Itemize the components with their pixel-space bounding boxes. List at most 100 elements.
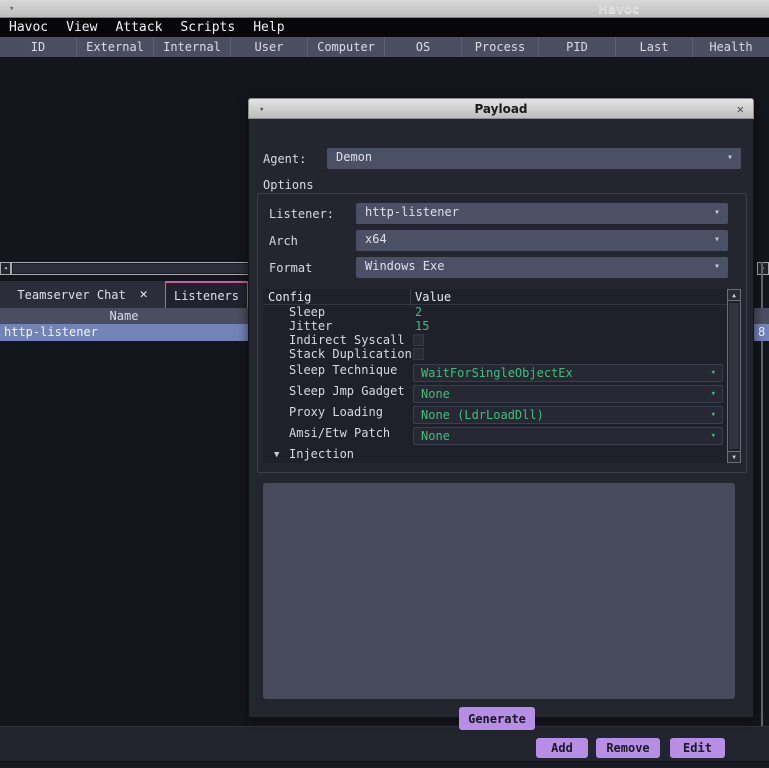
menu-bar: Havoc View Attack Scripts Help (0, 18, 769, 37)
format-combobox[interactable]: Windows Exe ▾ (356, 257, 728, 278)
menu-item-scripts[interactable]: Scripts (171, 18, 244, 37)
scroll-right-icon[interactable]: ▸ (757, 262, 769, 275)
sessions-column-health[interactable]: Health (692, 37, 769, 57)
havoc-main-window: ▾ Havoc Havoc View Attack Scripts Help ID Ext… (0, 0, 769, 768)
sessions-column-id[interactable]: ID (0, 37, 76, 57)
config-row-proxy-loading: Proxy Loading None (LdrLoadDll) ▾ (263, 405, 727, 426)
output-console[interactable] (263, 483, 735, 699)
config-row-injection: ▼ Injection (263, 447, 727, 463)
sessions-column-pid[interactable]: PID (538, 37, 615, 57)
arch-combobox[interactable]: x64 ▾ (356, 230, 728, 251)
config-value[interactable]: 2 (415, 305, 422, 319)
sessions-column-user[interactable]: User (230, 37, 307, 57)
config-dropdown[interactable]: None (LdrLoadDll) ▾ (413, 406, 723, 424)
chevron-down-icon: ▾ (710, 389, 716, 399)
sessions-column-os[interactable]: OS (384, 37, 461, 57)
tab-listeners-label: Listeners (173, 288, 240, 303)
config-row-label: Sleep Technique (289, 363, 398, 377)
chevron-down-icon: ▾ (713, 261, 720, 272)
expand-arrow-icon[interactable]: ▼ (274, 450, 279, 460)
agent-combobox-value: Demon (336, 150, 373, 164)
config-dropdown-value: WaitForSingleObjectEx (421, 366, 573, 380)
config-value[interactable]: 15 (415, 319, 429, 333)
listeners-header-fragment (753, 308, 769, 324)
arch-label: Arch (269, 234, 298, 248)
config-table-scrollbar[interactable]: ▲ ▼ (727, 289, 741, 463)
sessions-column-computer[interactable]: Computer (307, 37, 384, 57)
horizontal-scrollbar[interactable]: ◂ (0, 262, 250, 275)
sessions-column-process[interactable]: Process (461, 37, 538, 57)
chevron-down-icon: ▾ (713, 234, 720, 245)
dialog-title: Payload (474, 102, 528, 116)
status-strip (0, 761, 769, 768)
window-menu-icon[interactable]: ▾ (9, 4, 14, 14)
scrollbar-handle[interactable] (729, 303, 739, 449)
column-separator (410, 289, 411, 305)
edit-button[interactable]: Edit (670, 738, 725, 758)
window-title: Havoc (598, 2, 640, 16)
payload-dialog-titlebar[interactable]: ▾ Payload ✕ (248, 98, 754, 119)
listener-row-fragment: 8 (753, 324, 769, 341)
config-dropdown[interactable]: None ▾ (413, 385, 723, 403)
format-label: Format (269, 261, 313, 275)
agent-combobox[interactable]: Demon ▾ (327, 148, 741, 169)
config-checkbox[interactable] (413, 348, 424, 360)
sessions-column-external[interactable]: External (76, 37, 153, 57)
config-table: Config Value Sleep 2 Jitter 15 Indirect Syscal… (263, 289, 727, 463)
listeners-name-column-header[interactable]: Name (0, 308, 248, 324)
listener-label: Listener: (269, 207, 335, 221)
menu-item-attack[interactable]: Attack (106, 18, 171, 37)
window-titlebar[interactable]: ▾ Havoc (0, 0, 769, 18)
chevron-down-icon: ▾ (710, 368, 716, 378)
listener-row-selected[interactable]: http-listener (0, 324, 248, 341)
listener-combobox-value: http-listener (365, 205, 459, 219)
agent-label: Agent: (263, 152, 307, 166)
tab-listeners[interactable]: Listeners (165, 281, 248, 308)
config-row-indirect-syscall: Indirect Syscall (263, 333, 727, 347)
chevron-down-icon: ▾ (713, 207, 720, 218)
config-dropdown[interactable]: WaitForSingleObjectEx ▾ (413, 364, 723, 382)
config-row-sleep-jmp-gadget: Sleep Jmp Gadget None ▾ (263, 384, 727, 405)
listener-combobox[interactable]: http-listener ▾ (356, 203, 728, 224)
chevron-down-icon: ▾ (726, 152, 733, 163)
scroll-left-icon[interactable]: ◂ (0, 262, 11, 275)
config-dropdown-value: None (421, 429, 450, 443)
config-row-sleep: Sleep 2 (263, 305, 727, 319)
scroll-down-icon[interactable]: ▼ (728, 451, 740, 462)
remove-button[interactable]: Remove (596, 738, 660, 758)
menu-item-havoc[interactable]: Havoc (0, 18, 57, 37)
config-checkbox[interactable] (413, 334, 424, 346)
config-row-label: Sleep (289, 305, 326, 319)
options-group-label: Options (263, 178, 314, 192)
scrollbar-handle[interactable] (13, 264, 248, 273)
menu-item-help[interactable]: Help (244, 18, 293, 37)
sessions-column-last[interactable]: Last (615, 37, 692, 57)
config-table-header: Config Value (263, 289, 727, 305)
menu-item-view[interactable]: View (57, 18, 106, 37)
config-row-jitter: Jitter 15 (263, 319, 727, 333)
scrollbar-track[interactable] (11, 262, 250, 275)
config-row-label: Jitter (289, 319, 333, 333)
dialog-close-icon[interactable]: ✕ (737, 102, 744, 116)
config-dropdown-value: None (LdrLoadDll) (421, 408, 544, 422)
tab-close-icon[interactable]: ✕ (140, 287, 148, 302)
config-row-amsi-etw-patch: Amsi/Etw Patch None ▾ (263, 426, 727, 447)
add-button[interactable]: Add (536, 738, 588, 758)
value-column-header: Value (415, 290, 452, 304)
tab-teamserver-chat-label: Teamserver Chat (17, 287, 126, 302)
config-row-label: Amsi/Etw Patch (289, 426, 391, 440)
bottom-tab-bar: Teamserver Chat ✕ Listeners (0, 281, 248, 308)
config-row-label: Sleep Jmp Gadget (289, 384, 405, 398)
sessions-column-internal[interactable]: Internal (153, 37, 230, 57)
tab-teamserver-chat[interactable]: Teamserver Chat ✕ (0, 281, 165, 308)
chevron-down-icon: ▾ (710, 410, 716, 420)
generate-button[interactable]: Generate (459, 707, 535, 730)
format-combobox-value: Windows Exe (365, 259, 445, 273)
config-row-sleep-technique: Sleep Technique WaitForSingleObjectEx ▾ (263, 363, 727, 384)
config-column-header: Config (268, 290, 312, 304)
config-row-label: Injection (289, 447, 355, 461)
arch-combobox-value: x64 (365, 232, 387, 246)
config-row-label: Indirect Syscall (289, 333, 405, 347)
scroll-up-icon[interactable]: ▲ (728, 290, 740, 301)
config-dropdown[interactable]: None ▾ (413, 427, 723, 445)
